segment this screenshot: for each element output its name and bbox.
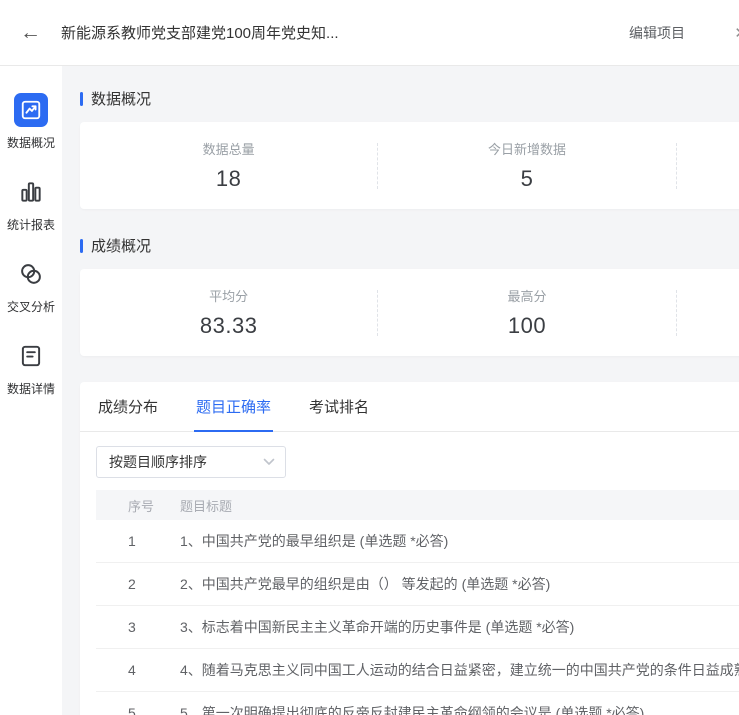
sort-order-value: 按题目顺序排序 [109, 452, 207, 472]
table-row[interactable]: 5 5、第一次明确提出彻底的反帝反封建民主革命纲领的会议是 (单选题 *必答) [96, 692, 739, 715]
stat-highest-score: 最高分 100 [378, 286, 675, 339]
sidebar-item-cross-analysis[interactable]: 交叉分析 [0, 257, 62, 315]
analysis-tabs: 成绩分布 题目正确率 考试排名 [80, 394, 739, 432]
stat-value: 100 [378, 313, 675, 339]
top-bar: ← 新能源系教师党支部建党100周年党史知... 编辑项目 ✕ [0, 0, 739, 66]
section-accent-bar [80, 239, 83, 253]
close-icon[interactable]: ✕ [734, 24, 739, 42]
sidebar-item-label: 交叉分析 [0, 299, 62, 315]
sidebar: 数据概况 统计报表 交叉分析 [0, 66, 62, 715]
dashed-divider [676, 290, 677, 336]
sidebar-item-label: 数据详情 [0, 381, 62, 397]
table-row[interactable]: 2 2、中国共产党最早的组织是由（） 等发起的 (单选题 *必答) [96, 563, 739, 606]
sidebar-item-data-detail[interactable]: 数据详情 [0, 339, 62, 397]
header-title: 题目标题 [180, 496, 739, 515]
stat-average-score: 平均分 83.33 [80, 286, 377, 339]
tab-exam-ranking[interactable]: 考试排名 [307, 394, 371, 432]
section-accent-bar [80, 92, 83, 106]
table-header-row: 序号 题目标题 [96, 490, 739, 520]
cross-analysis-circles-icon [0, 257, 62, 291]
sidebar-item-data-overview[interactable]: 数据概况 [0, 93, 62, 151]
data-overview-card: 数据总量 18 今日新增数据 5 [80, 122, 739, 209]
stat-label: 今日新增数据 [378, 139, 675, 158]
stat-today-new-data: 今日新增数据 5 [378, 139, 675, 192]
stat-label: 数据总量 [80, 139, 377, 158]
sort-order-dropdown[interactable]: 按题目顺序排序 [96, 446, 286, 478]
score-overview-card: 平均分 83.33 最高分 100 [80, 269, 739, 356]
page-title: 新能源系教师党支部建党100周年党史知... [61, 22, 339, 43]
data-detail-document-icon [0, 339, 62, 373]
tab-question-accuracy[interactable]: 题目正确率 [194, 394, 273, 432]
content-area: 数据概况 数据总量 18 今日新增数据 5 [62, 66, 739, 715]
stat-value: 5 [378, 166, 675, 192]
edit-project-button[interactable]: 编辑项目 [629, 23, 685, 43]
section-title-score-overview: 成绩概况 [80, 235, 739, 256]
table-row[interactable]: 1 1、中国共产党的最早组织是 (单选题 *必答) [96, 520, 739, 563]
table-row[interactable]: 4 4、随着马克思主义同中国工人运动的结合日益紧密，建立统一的中国共产党的条件日… [96, 649, 739, 692]
sidebar-item-label: 统计报表 [0, 217, 62, 233]
question-table: 序号 题目标题 1 1、中国共产党的最早组织是 (单选题 *必答) 2 2、中国… [96, 490, 739, 715]
stat-total-data: 数据总量 18 [80, 139, 377, 192]
analysis-card: 成绩分布 题目正确率 考试排名 按题目顺序排序 序号 题目标题 [80, 382, 739, 715]
bar-chart-icon [0, 175, 62, 209]
chevron-down-icon [263, 458, 275, 466]
sidebar-item-label: 数据概况 [0, 135, 62, 151]
header-no: 序号 [96, 496, 180, 515]
back-arrow-icon[interactable]: ← [20, 22, 41, 43]
data-overview-chart-icon [0, 93, 62, 127]
dashed-divider [676, 143, 677, 189]
stat-label: 平均分 [80, 286, 377, 305]
section-title-data-overview: 数据概况 [80, 88, 739, 109]
stat-value: 83.33 [80, 313, 377, 339]
stat-value: 18 [80, 166, 377, 192]
main-area: 数据概况 统计报表 交叉分析 [0, 66, 739, 715]
sidebar-item-statistics-report[interactable]: 统计报表 [0, 175, 62, 233]
tab-score-distribution[interactable]: 成绩分布 [96, 394, 160, 432]
stat-label: 最高分 [378, 286, 675, 305]
table-row[interactable]: 3 3、标志着中国新民主主义革命开端的历史事件是 (单选题 *必答) [96, 606, 739, 649]
